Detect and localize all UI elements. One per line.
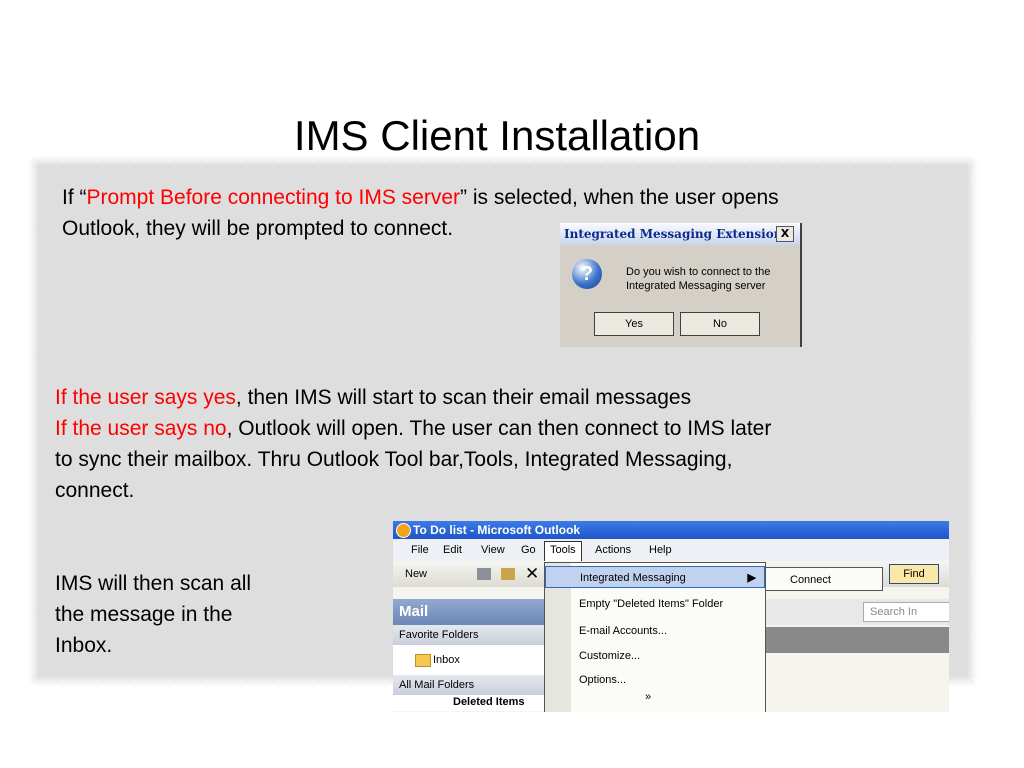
menu-bar: File Edit View Go Tools Actions Help: [393, 539, 949, 562]
menu-help[interactable]: Help: [649, 544, 672, 556]
find-button[interactable]: Find: [889, 564, 939, 584]
scan-text-1: IMS will then scan all: [55, 572, 252, 595]
new-button[interactable]: New: [405, 568, 427, 580]
menu-item-empty-deleted[interactable]: Empty "Deleted Items" Folder: [545, 593, 765, 615]
yes-line: If the user says yes, then IMS will star…: [55, 386, 692, 409]
no-button[interactable]: No: [680, 312, 760, 336]
mail-pane-title: Mail: [393, 599, 549, 625]
dialog-message: Do you wish to connect to the Integrated…: [626, 266, 771, 292]
menu-go[interactable]: Go: [521, 544, 536, 556]
search-in-box[interactable]: Search In: [863, 602, 949, 622]
connect-dialog: Integrated Messaging Extension X ? Do yo…: [560, 223, 802, 347]
menu-item-integrated-messaging[interactable]: Integrated Messaging ▶: [545, 566, 765, 588]
menu-item-options[interactable]: Options...: [545, 669, 765, 691]
inbox-folder-icon: [415, 654, 431, 667]
all-mail-folders-header: All Mail Folders: [393, 675, 545, 695]
submenu-connect[interactable]: Connect: [765, 567, 883, 591]
menu-view[interactable]: View: [481, 544, 505, 556]
outlook-window: To Do list - Microsoft Outlook File Edit…: [393, 521, 949, 712]
question-icon: ?: [572, 259, 602, 289]
menu-actions[interactable]: Actions: [595, 544, 631, 556]
scan-text-2: the message in the: [55, 603, 233, 626]
dialog-title: Integrated Messaging Extension X: [560, 223, 800, 245]
no-line: If the user says no, Outlook will open. …: [55, 417, 772, 440]
intro-line-1: If “Prompt Before connecting to IMS serv…: [62, 186, 779, 209]
sync-line: to sync their mailbox. Thru Outlook Tool…: [55, 448, 733, 471]
menu-item-email-accounts[interactable]: E-mail Accounts...: [545, 620, 765, 642]
close-icon[interactable]: X: [776, 226, 794, 242]
outlook-titlebar: To Do list - Microsoft Outlook: [393, 521, 949, 539]
menu-file[interactable]: File: [411, 544, 429, 556]
menu-item-customize[interactable]: Customize...: [545, 645, 765, 667]
outlook-icon: [396, 523, 411, 538]
slide-title: IMS Client Installation: [293, 112, 701, 159]
deleted-items-row[interactable]: Deleted Items: [393, 695, 545, 711]
menu-edit[interactable]: Edit: [443, 544, 462, 556]
yes-button[interactable]: Yes: [594, 312, 674, 336]
intro-line-2: Outlook, they will be prompted to connec…: [62, 217, 454, 240]
connect-line: connect.: [55, 479, 135, 502]
print-icon[interactable]: [477, 568, 491, 580]
gray-strip: [763, 627, 949, 653]
menu-tools[interactable]: Tools: [544, 541, 582, 562]
navigation-pane: Favorite Folders Inbox All Mail Folders …: [393, 625, 545, 711]
move-icon[interactable]: [501, 568, 515, 580]
favorite-folders-header: Favorite Folders: [393, 625, 545, 645]
delete-icon[interactable]: ✕: [525, 564, 539, 584]
scan-text-3: Inbox.: [55, 634, 113, 657]
tools-dropdown: Integrated Messaging ▶ Empty "Deleted Ite…: [544, 562, 766, 712]
expand-menu-icon[interactable]: »: [645, 691, 651, 703]
inbox-row[interactable]: Inbox: [393, 645, 545, 675]
